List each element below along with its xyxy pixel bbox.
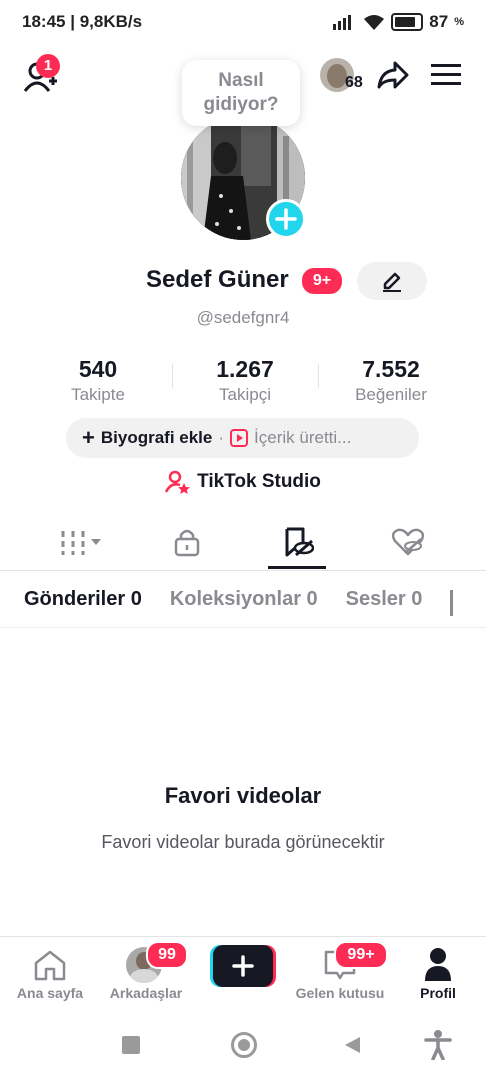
- content-tabbar: [0, 514, 486, 571]
- stat-likes[interactable]: 7.552 Beğeniler: [321, 356, 461, 405]
- edit-profile-button[interactable]: [357, 262, 427, 300]
- bio-separator: ·: [218, 428, 225, 447]
- divider: [172, 364, 173, 388]
- create-icon: [232, 955, 254, 977]
- status-bubble[interactable]: Nasıl gidiyor?: [182, 60, 300, 126]
- plus-icon: +: [82, 425, 95, 450]
- clock: 18:45: [22, 12, 66, 31]
- favorites-subtabs: Gönderiler 0 Koleksiyonlar 0 Sesler 0: [0, 582, 486, 628]
- bottom-nav: Ana sayfa Arkadaşlar 99 Gelen kutusu 99+…: [0, 936, 486, 1011]
- profile-name-badge: 9+: [302, 268, 342, 294]
- stat-label: Beğeniler: [355, 385, 427, 404]
- status-bar: 18:45 | 9,8KB/s 87%: [0, 0, 486, 44]
- creator-icon: [230, 429, 249, 447]
- nav-profile-label: Profil: [420, 985, 456, 1001]
- stat-label: Takipte: [71, 385, 125, 404]
- visitor-count: 68: [345, 74, 363, 91]
- stat-followers[interactable]: 1.267 Takipçi: [175, 356, 315, 405]
- add-bio-button[interactable]: Biyografi ekle: [101, 428, 213, 448]
- empty-state-title: Favori videolar: [164, 783, 322, 808]
- divider: [318, 364, 319, 388]
- profile-handle: @sedefgnr4: [196, 308, 290, 327]
- tab-liked[interactable]: [368, 514, 448, 570]
- battery-level: 87: [429, 12, 449, 31]
- add-story-button[interactable]: [266, 199, 306, 239]
- accessibility-icon[interactable]: [424, 1030, 452, 1060]
- network-speed: 9,8KB/s: [79, 12, 143, 31]
- stat-value: 7.552: [362, 356, 420, 382]
- add-friend-badge: 1: [36, 54, 60, 78]
- inbox-badge: 99+: [334, 941, 388, 969]
- back-button[interactable]: [342, 1035, 362, 1055]
- friends-badge: 99: [146, 941, 188, 969]
- stat-value: 540: [78, 356, 118, 382]
- nav-home[interactable]: Ana sayfa: [8, 937, 92, 1011]
- bio-pill: + Biyografi ekle · İçerik üretti...: [66, 418, 419, 458]
- battery-icon: [391, 13, 424, 31]
- nav-profile[interactable]: Profil: [400, 937, 476, 1011]
- empty-state-description: Favori videolar burada görünecektir: [101, 832, 385, 852]
- grid-icon: [61, 531, 101, 555]
- recents-button[interactable]: [122, 1036, 140, 1054]
- studio-label: TikTok Studio: [197, 471, 321, 492]
- percent-sign: %: [454, 16, 464, 28]
- edit-icon: [383, 272, 401, 292]
- plus-icon: [275, 208, 297, 230]
- status-bubble-text: Nasıl gidiyor?: [203, 70, 279, 115]
- stat-following[interactable]: 540 Takipte: [28, 356, 168, 405]
- active-tab-indicator: [268, 566, 326, 569]
- share-button[interactable]: [376, 58, 410, 92]
- subtab-posts[interactable]: Gönderiler 0: [24, 582, 142, 627]
- create-button[interactable]: [210, 945, 276, 987]
- subtab-overflow[interactable]: [450, 590, 457, 616]
- status-right: 87%: [333, 12, 464, 32]
- nav-home-label: Ana sayfa: [16, 985, 84, 1001]
- signal-icon: [333, 15, 352, 30]
- nav-inbox-label: Gelen kutusu: [295, 985, 385, 1001]
- favorites-icon: [285, 527, 314, 557]
- stat-label: Takipçi: [219, 385, 271, 404]
- lock-icon: [174, 529, 200, 557]
- studio-icon: [165, 470, 191, 494]
- wifi-icon: [364, 15, 385, 30]
- system-nav: [0, 1010, 486, 1080]
- tab-favorites[interactable]: [258, 514, 338, 570]
- liked-icon: [391, 528, 425, 556]
- status-time: 18:45 | 9,8KB/s: [22, 12, 143, 31]
- subtab-collections[interactable]: Koleksiyonlar 0: [170, 582, 318, 627]
- subtab-sounds[interactable]: Sesler 0: [346, 582, 423, 627]
- creator-category-button[interactable]: İçerik üretti...: [254, 428, 351, 448]
- stat-value: 1.267: [216, 356, 274, 382]
- tab-videos[interactable]: [42, 514, 122, 570]
- profile-name: Sedef Güner: [146, 266, 289, 293]
- profile-icon: [425, 948, 451, 981]
- share-icon: [377, 61, 409, 89]
- menu-button[interactable]: [428, 58, 464, 92]
- home-icon: [34, 950, 66, 981]
- tiktok-studio-link[interactable]: TikTok Studio: [0, 470, 486, 494]
- home-system-button[interactable]: [231, 1032, 257, 1058]
- tab-private[interactable]: [147, 514, 227, 570]
- menu-icon: [431, 64, 461, 85]
- nav-friends-label: Arkadaşlar: [109, 985, 183, 1001]
